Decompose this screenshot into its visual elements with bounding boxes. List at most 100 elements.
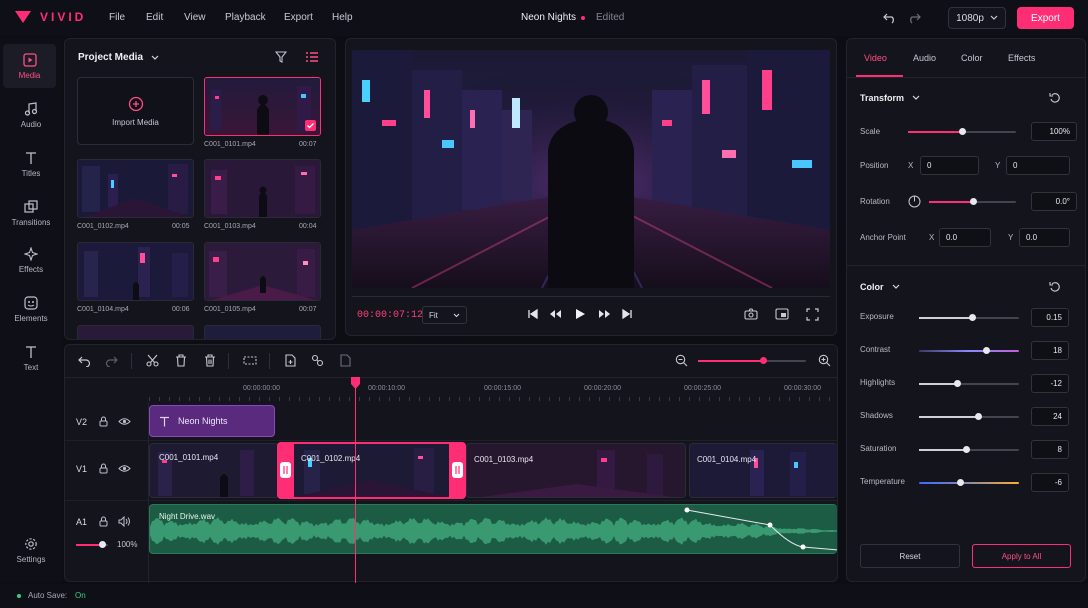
sidebar-item-settings[interactable]: Settings bbox=[3, 528, 59, 572]
title-clip[interactable]: Neon Nights bbox=[149, 405, 275, 437]
highlights-slider[interactable] bbox=[919, 380, 1019, 387]
media-thumb-c001-0101[interactable] bbox=[204, 77, 321, 136]
resolution-select[interactable]: 1080p bbox=[948, 7, 1006, 29]
video-clip-c001-0101[interactable]: C001_0101.mp4 bbox=[149, 443, 279, 498]
shadows-knob[interactable] bbox=[975, 413, 982, 420]
transform-section-header[interactable]: Transform bbox=[860, 93, 920, 103]
volume-knob[interactable] bbox=[98, 541, 106, 548]
media-thumb-partial[interactable] bbox=[204, 325, 321, 339]
highlights-field[interactable]: -12 bbox=[1031, 374, 1069, 393]
anchor-y-field[interactable]: 0.0 bbox=[1019, 228, 1070, 247]
fast-forward-icon[interactable] bbox=[599, 309, 610, 319]
lock-icon[interactable] bbox=[99, 416, 108, 427]
temperature-slider[interactable] bbox=[919, 479, 1019, 486]
zoom-in-icon[interactable] bbox=[818, 354, 831, 367]
rewind-icon[interactable] bbox=[550, 309, 561, 319]
link-icon[interactable] bbox=[311, 354, 324, 367]
sidebar-item-media[interactable]: Media bbox=[3, 44, 56, 88]
playhead-handle[interactable] bbox=[351, 377, 360, 389]
exposure-slider[interactable] bbox=[919, 314, 1019, 321]
contrast-knob[interactable] bbox=[983, 347, 990, 354]
anchor-x-field[interactable]: 0.0 bbox=[939, 228, 991, 247]
scale-knob[interactable] bbox=[959, 128, 966, 135]
media-thumb-c001-0105[interactable] bbox=[204, 242, 321, 301]
delete-icon[interactable] bbox=[204, 354, 216, 367]
reset-icon[interactable] bbox=[1049, 92, 1061, 104]
rotation-slider[interactable] bbox=[929, 198, 1016, 205]
rotation-field[interactable]: 0.0° bbox=[1031, 192, 1077, 211]
menu-view[interactable]: View bbox=[184, 12, 206, 23]
exposure-knob[interactable] bbox=[969, 314, 976, 321]
redo-icon[interactable] bbox=[105, 355, 118, 367]
play-icon[interactable] bbox=[575, 308, 586, 320]
volume-slider[interactable] bbox=[76, 541, 108, 548]
temperature-knob[interactable] bbox=[957, 479, 964, 486]
scale-field[interactable]: 100% bbox=[1031, 122, 1077, 141]
menu-export[interactable]: Export bbox=[284, 12, 313, 23]
eye-icon[interactable] bbox=[118, 464, 131, 473]
media-thumb-partial[interactable] bbox=[77, 325, 194, 339]
lock-icon[interactable] bbox=[99, 463, 108, 474]
trash-icon[interactable] bbox=[175, 354, 187, 367]
shadows-field[interactable]: 24 bbox=[1031, 407, 1069, 426]
eye-icon[interactable] bbox=[118, 417, 131, 426]
color-section-header[interactable]: Color bbox=[860, 282, 900, 292]
position-y-field[interactable]: 0 bbox=[1006, 156, 1070, 175]
apply-to-all-button[interactable]: Apply to All bbox=[972, 544, 1071, 568]
trim-handle-right[interactable] bbox=[452, 462, 463, 478]
list-view-icon[interactable] bbox=[305, 51, 319, 63]
tab-audio[interactable]: Audio bbox=[913, 53, 936, 63]
exposure-field[interactable]: 0.15 bbox=[1031, 308, 1069, 327]
sidebar-item-audio[interactable]: Audio bbox=[3, 93, 59, 137]
zoom-knob[interactable] bbox=[759, 357, 767, 364]
import-media-button[interactable]: Import Media bbox=[77, 77, 194, 145]
video-clip-c001-0104[interactable]: C001_0104.mp4 bbox=[689, 443, 837, 498]
ripple-icon[interactable] bbox=[339, 354, 351, 367]
temperature-field[interactable]: -6 bbox=[1031, 473, 1069, 492]
trim-handle-left[interactable] bbox=[280, 462, 291, 478]
undo-icon[interactable] bbox=[882, 12, 896, 24]
saturation-field[interactable]: 8 bbox=[1031, 440, 1069, 459]
saturation-slider[interactable] bbox=[919, 446, 1019, 453]
audio-clip[interactable]: Night Drive.wav bbox=[149, 504, 837, 554]
reset-icon[interactable] bbox=[1049, 281, 1061, 293]
playhead[interactable] bbox=[355, 377, 356, 583]
contrast-field[interactable]: 18 bbox=[1031, 341, 1069, 360]
rotation-dial-icon[interactable] bbox=[908, 195, 921, 208]
skip-back-icon[interactable] bbox=[528, 309, 538, 319]
position-x-field[interactable]: 0 bbox=[920, 156, 979, 175]
media-header[interactable]: Project Media bbox=[78, 52, 159, 63]
add-marker-icon[interactable] bbox=[284, 354, 296, 367]
tab-color[interactable]: Color bbox=[961, 53, 983, 63]
scale-slider[interactable] bbox=[908, 128, 1016, 135]
zoom-out-icon[interactable] bbox=[675, 354, 688, 367]
highlights-knob[interactable] bbox=[954, 380, 961, 387]
sidebar-item-text[interactable]: Text bbox=[3, 336, 59, 380]
scissors-icon[interactable] bbox=[146, 354, 159, 367]
fullscreen-icon[interactable] bbox=[806, 308, 819, 321]
lock-icon[interactable] bbox=[99, 516, 108, 527]
zoom-slider[interactable] bbox=[698, 357, 806, 364]
sidebar-item-transitions[interactable]: Transitions bbox=[3, 191, 59, 235]
media-thumb-c001-0104[interactable] bbox=[77, 242, 194, 301]
tab-video[interactable]: Video bbox=[864, 53, 887, 63]
fit-select[interactable]: Fit bbox=[422, 306, 467, 324]
menu-file[interactable]: File bbox=[109, 12, 125, 23]
split-icon[interactable] bbox=[243, 355, 257, 366]
video-clip-c001-0103[interactable]: C001_0103.mp4 bbox=[466, 443, 686, 498]
contrast-slider[interactable] bbox=[919, 347, 1019, 354]
media-thumb-c001-0102[interactable] bbox=[77, 159, 194, 218]
redo-icon[interactable] bbox=[908, 12, 922, 24]
menu-edit[interactable]: Edit bbox=[146, 12, 163, 23]
shadows-slider[interactable] bbox=[919, 413, 1019, 420]
export-button[interactable]: Export bbox=[1017, 7, 1074, 29]
menu-playback[interactable]: Playback bbox=[225, 12, 266, 23]
video-clip-c001-0102-selected[interactable]: C001_0102.mp4 bbox=[277, 442, 466, 499]
sidebar-item-elements[interactable]: Elements bbox=[3, 287, 59, 331]
video-viewer[interactable] bbox=[352, 50, 830, 288]
skip-forward-icon[interactable] bbox=[622, 309, 632, 319]
menu-help[interactable]: Help bbox=[332, 12, 353, 23]
undo-icon[interactable] bbox=[78, 355, 91, 367]
rotation-knob[interactable] bbox=[969, 198, 977, 205]
reset-button[interactable]: Reset bbox=[860, 544, 960, 568]
